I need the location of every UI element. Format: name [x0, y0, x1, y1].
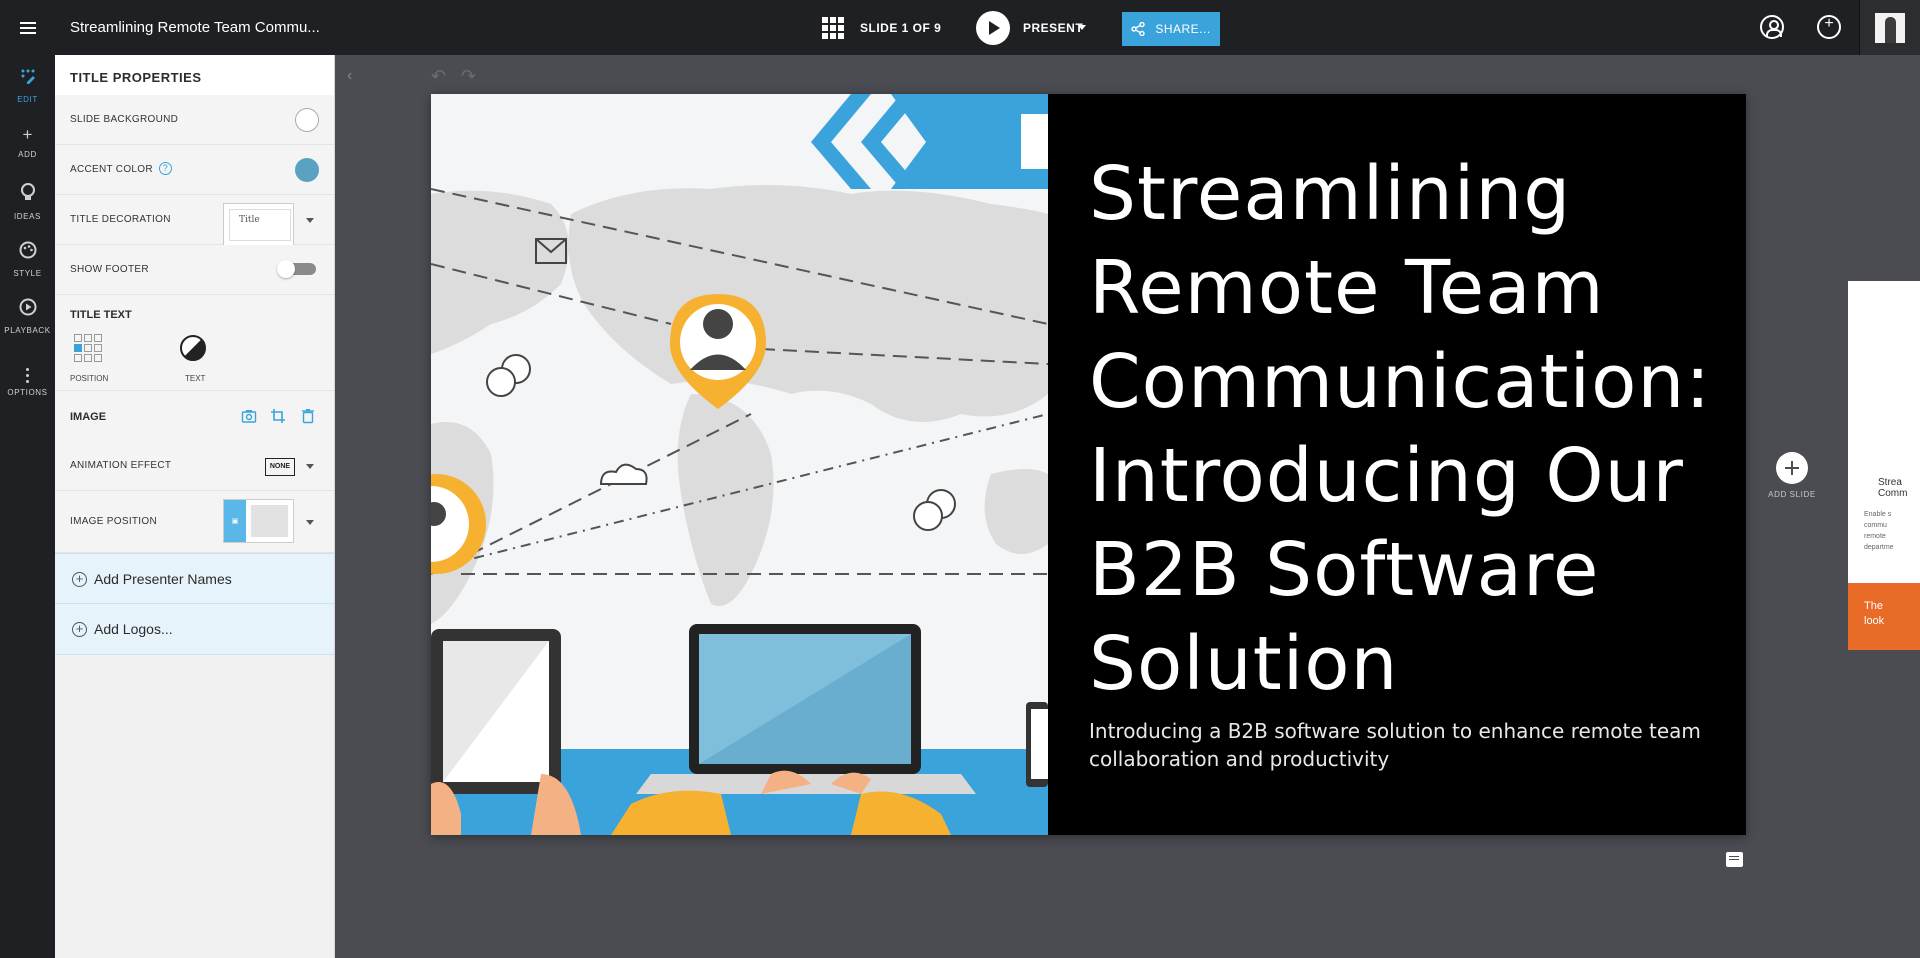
- chevron-left-icon[interactable]: ‹: [347, 67, 352, 85]
- slide-counter: SLIDE 1 OF 9: [860, 21, 942, 35]
- nav-options-label: OPTIONS: [7, 388, 48, 397]
- redo-icon[interactable]: ↷: [461, 66, 476, 87]
- accent-color-swatch[interactable]: [295, 158, 319, 182]
- slide-background-row: SLIDE BACKGROUND: [55, 95, 334, 145]
- nav-edit-label: EDIT: [17, 95, 38, 104]
- title-decoration-label: TITLE DECORATION: [70, 214, 171, 225]
- image-section: IMAGE: [55, 391, 334, 441]
- top-bar: Streamlining Remote Team Commu... SLIDE …: [0, 0, 1920, 55]
- image-position-row: IMAGE POSITION ▣: [55, 491, 334, 553]
- slide-grid-icon[interactable]: [822, 17, 844, 39]
- next-slide-preview[interactable]: Strea Comm Enable s commu remote departm…: [1848, 281, 1920, 650]
- next-slide-body: Enable s commu remote departme: [1864, 511, 1894, 551]
- crop-icon[interactable]: [270, 408, 286, 424]
- animation-effect-label: ANIMATION EFFECT: [70, 460, 172, 471]
- position-label: POSITION: [70, 374, 109, 383]
- properties-panel: TITLE PROPERTIES SLIDE BACKGROUND ACCENT…: [55, 55, 335, 958]
- avatar[interactable]: [1859, 0, 1920, 55]
- nav-edit[interactable]: EDIT: [0, 67, 55, 104]
- edit-icon: [21, 69, 35, 84]
- title-decoration-preview: Title: [229, 209, 291, 241]
- playback-icon: [19, 298, 36, 316]
- add-comment-icon[interactable]: [1817, 15, 1841, 39]
- share-icon: [1131, 22, 1146, 36]
- next-slide-title: Strea Comm: [1878, 477, 1908, 499]
- title-text-heading: TITLE TEXT: [70, 309, 132, 321]
- text-label: TEXT: [185, 374, 206, 383]
- slide-title[interactable]: Streamlining Remote Team Communication: …: [1089, 147, 1729, 711]
- nav-add[interactable]: + ADD: [0, 125, 55, 159]
- accent-color-row: ACCENT COLOR?: [55, 145, 334, 195]
- plus-icon: +: [22, 125, 33, 144]
- image-heading: IMAGE: [70, 411, 107, 423]
- title-decoration-row: TITLE DECORATION Title: [55, 195, 334, 247]
- image-left-icon: ▣: [224, 500, 246, 542]
- kebab-icon: [26, 368, 30, 383]
- next-slide-bottom-text: The look: [1864, 600, 1885, 627]
- slide-text-area[interactable]: Streamlining Remote Team Communication: …: [1048, 94, 1746, 835]
- slide-canvas: ‹ ↶ ↷ Streamlining Remote Team Communica…: [335, 55, 1920, 958]
- world-map-illustration: [431, 94, 1048, 835]
- animation-effect-select[interactable]: NONE: [265, 458, 295, 476]
- add-presenter-names-button[interactable]: + Add Presenter Names: [55, 553, 334, 604]
- current-slide[interactable]: Streamlining Remote Team Communication: …: [431, 94, 1746, 835]
- nav-style-label: STYLE: [13, 269, 42, 278]
- document-title[interactable]: Streamlining Remote Team Commu...: [70, 19, 320, 36]
- show-footer-row: SHOW FOOTER: [55, 245, 334, 295]
- add-slide-label: ADD SLIDE: [1768, 490, 1816, 499]
- nav-playback-label: PLAYBACK: [4, 326, 51, 335]
- nav-style[interactable]: STYLE: [0, 241, 55, 278]
- share-label: SHARE...: [1155, 22, 1211, 36]
- chevron-down-icon[interactable]: [306, 520, 314, 525]
- nav-add-label: ADD: [18, 150, 37, 159]
- accent-color-label: ACCENT COLOR?: [70, 145, 172, 195]
- position-grid[interactable]: [74, 334, 102, 362]
- add-slide-button[interactable]: ADD SLIDE: [1762, 452, 1822, 499]
- menu-icon[interactable]: [0, 0, 55, 55]
- title-text-section: TITLE TEXT POSITION TEXT: [55, 295, 334, 391]
- text-color-toggle[interactable]: [180, 335, 206, 361]
- plus-circle-icon: [1776, 452, 1808, 484]
- title-decoration-select[interactable]: Title: [223, 203, 294, 247]
- image-position-label: IMAGE POSITION: [70, 516, 157, 527]
- present-button[interactable]: PRESENT: [1023, 21, 1083, 35]
- slide-background-swatch[interactable]: [295, 108, 319, 132]
- nav-ideas-label: IDEAS: [13, 212, 41, 221]
- help-icon[interactable]: ?: [158, 162, 172, 175]
- add-logos-label: Add Logos...: [94, 621, 173, 637]
- lightbulb-icon: [20, 183, 35, 200]
- nav-playback[interactable]: PLAYBACK: [0, 298, 55, 335]
- chevron-down-icon[interactable]: [1078, 25, 1086, 30]
- slide-subtitle[interactable]: Introducing a B2B software solution to e…: [1089, 717, 1709, 773]
- image-position-select[interactable]: ▣: [223, 499, 294, 543]
- trash-icon[interactable]: [300, 408, 316, 424]
- slide-background-label: SLIDE BACKGROUND: [70, 114, 179, 125]
- user-icon[interactable]: [1760, 15, 1784, 39]
- left-nav: EDIT + ADD IDEAS STYLE PLAYBACK OPTIONS: [0, 55, 55, 958]
- plus-circle-icon: +: [72, 572, 87, 587]
- nav-ideas[interactable]: IDEAS: [0, 182, 55, 221]
- speaker-notes-icon[interactable]: [1726, 852, 1743, 867]
- avatar-image: [1875, 12, 1905, 43]
- show-footer-toggle[interactable]: [277, 260, 316, 278]
- undo-icon[interactable]: ↶: [431, 66, 446, 87]
- chevron-down-icon[interactable]: [306, 464, 314, 469]
- share-button[interactable]: SHARE...: [1122, 12, 1220, 46]
- nav-options[interactable]: OPTIONS: [0, 368, 55, 397]
- add-presenter-label: Add Presenter Names: [94, 571, 232, 587]
- slide-image[interactable]: [431, 94, 1048, 835]
- add-logos-button[interactable]: + Add Logos...: [55, 604, 334, 655]
- animation-effect-row: ANIMATION EFFECT NONE: [55, 441, 334, 491]
- plus-circle-icon: +: [72, 622, 87, 637]
- play-icon[interactable]: [976, 11, 1010, 45]
- show-footer-label: SHOW FOOTER: [70, 264, 149, 275]
- palette-icon: [19, 241, 36, 259]
- camera-icon[interactable]: [241, 408, 257, 424]
- panel-title: TITLE PROPERTIES: [55, 55, 334, 95]
- chevron-down-icon[interactable]: [306, 218, 314, 223]
